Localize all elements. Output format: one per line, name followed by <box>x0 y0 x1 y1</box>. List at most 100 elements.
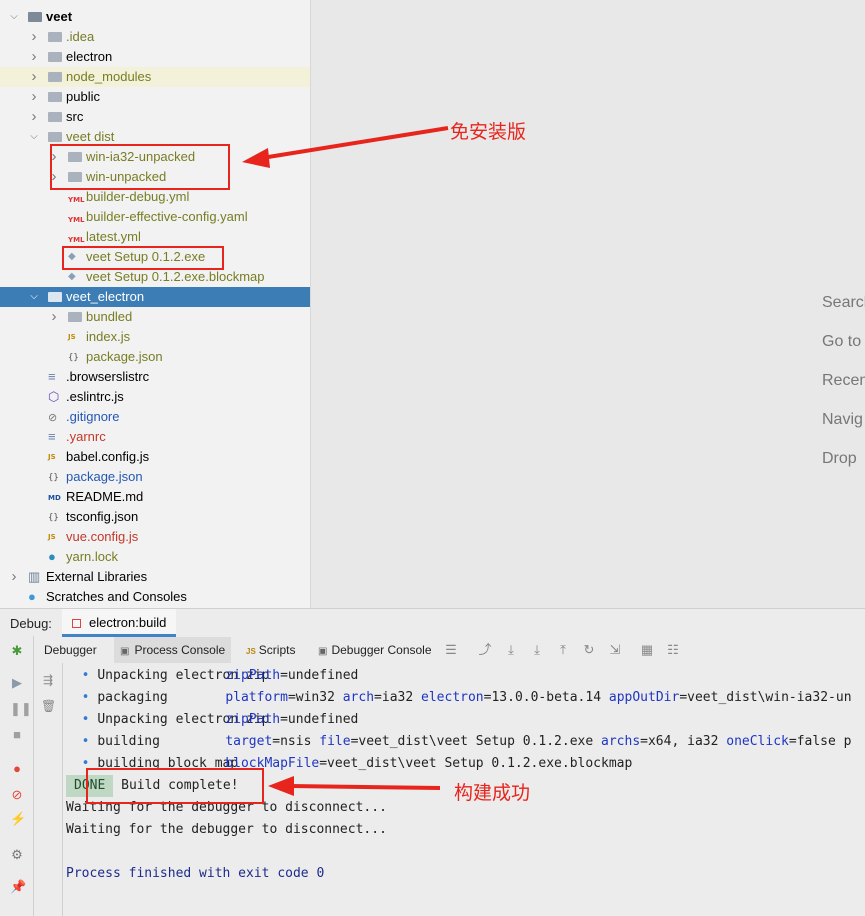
tree-item[interactable]: ⌵ veet dist <box>0 127 310 147</box>
tree-item[interactable]: ◆ veet Setup 0.1.2.exe <box>0 247 310 267</box>
project-folder-icon <box>28 12 42 22</box>
console-step: Unpacking electron zip <box>97 668 270 683</box>
console-key: archs <box>601 734 641 749</box>
trash-icon[interactable]: 🗑 <box>41 699 56 713</box>
tree-item[interactable]: JS babel.config.js <box>0 447 310 467</box>
chevron-right-icon[interactable]: › <box>48 167 60 187</box>
soft-wrap-icon[interactable]: ⇶ <box>41 673 55 687</box>
tree-item[interactable]: {} package.json <box>0 347 310 367</box>
folder-icon <box>48 112 62 122</box>
tree-item[interactable]: › electron <box>0 47 310 67</box>
step-out-icon[interactable]: ⤒ <box>556 642 570 658</box>
console-icon: ▣ <box>120 646 130 657</box>
tree-item[interactable]: {} package.json <box>0 467 310 487</box>
tree-item-label: package.json <box>86 349 163 364</box>
console-bullet: • <box>81 712 90 727</box>
tab-process-console[interactable]: ▣ Process Console <box>114 637 232 663</box>
tree-item[interactable]: › public <box>0 87 310 107</box>
tree-item[interactable]: ⬡ .eslintrc.js <box>0 387 310 407</box>
tree-item[interactable]: ⌵ veet <box>0 7 310 27</box>
tree-item-label: veet dist <box>66 129 115 144</box>
tree-item[interactable]: {} tsconfig.json <box>0 507 310 527</box>
tree-item[interactable]: JS vue.config.js <box>0 527 310 547</box>
chevron-down-icon[interactable]: ⌵ <box>28 127 40 147</box>
gear-icon[interactable]: ⚙ <box>10 848 24 862</box>
console-key: blockMapFile <box>225 756 320 771</box>
tree-item[interactable]: JS index.js <box>0 327 310 347</box>
tree-item-label: README.md <box>66 489 144 504</box>
pin-icon[interactable]: 📌 <box>10 880 26 894</box>
bug-icon[interactable]: ✱ <box>10 644 24 658</box>
debug-toolbar: Debug: electron:build <box>0 608 865 638</box>
view-breakpoints-icon[interactable]: ● <box>10 762 24 776</box>
js-file-icon: JS <box>68 333 76 341</box>
tree-item-label: veet <box>46 9 73 24</box>
file-icon: ◆ <box>68 271 76 282</box>
chevron-right-icon[interactable]: › <box>48 147 60 167</box>
chevron-right-icon[interactable]: › <box>48 307 60 327</box>
tree-item[interactable]: ● Scratches and Consoles <box>0 587 310 607</box>
console-step: building block map <box>97 756 239 771</box>
tree-item[interactable]: › win-unpacked <box>0 167 310 187</box>
run-to-cursor-icon[interactable]: ↻ <box>582 642 596 658</box>
stop-icon[interactable]: ■ <box>10 728 24 742</box>
tree-item[interactable]: YML builder-effective-config.yaml <box>0 207 310 227</box>
tree-item[interactable]: ◆ veet Setup 0.1.2.exe.blockmap <box>0 267 310 287</box>
tree-item[interactable]: › .idea <box>0 27 310 47</box>
tab-electron-build[interactable]: electron:build <box>62 609 177 637</box>
tree-item[interactable]: › node_modules <box>0 67 310 87</box>
chevron-down-icon[interactable]: ⌵ <box>8 7 20 27</box>
evaluate-icon[interactable]: ▦ <box>640 642 654 658</box>
tree-item-label: builder-debug.yml <box>86 189 190 204</box>
menu-icon[interactable]: ☰ <box>444 642 458 658</box>
tree-item[interactable]: ⊘ .gitignore <box>0 407 310 427</box>
chevron-right-icon[interactable]: › <box>28 47 40 67</box>
tree-item[interactable]: MD README.md <box>0 487 310 507</box>
yml-file-icon: YML <box>68 216 85 224</box>
chevron-right-icon[interactable]: › <box>28 107 40 127</box>
console-key: electron <box>421 690 484 705</box>
folder-icon <box>68 152 82 162</box>
show-execution-point-icon[interactable]: ⤴ <box>478 642 492 658</box>
tree-item[interactable]: › src <box>0 107 310 127</box>
tree-item[interactable]: ● yarn.lock <box>0 547 310 567</box>
folder-icon <box>48 52 62 62</box>
editor-hint: Drop <box>822 450 857 467</box>
console-line: • Unpacking electron zipzipPath=undefine… <box>66 665 359 687</box>
chevron-right-icon[interactable]: › <box>28 27 40 47</box>
tree-item[interactable]: YML builder-debug.yml <box>0 187 310 207</box>
folder-icon <box>48 92 62 102</box>
tree-item[interactable]: ≡ .browserslistrc <box>0 367 310 387</box>
tree-item[interactable]: › ▥ External Libraries <box>0 567 310 587</box>
lightning-icon[interactable]: ⚡ <box>10 812 26 826</box>
process-console-output: ⇶ 🗑 • Unpacking electron zipzipPath=unde… <box>34 663 865 916</box>
tab-scripts[interactable]: JS Scripts <box>240 637 301 663</box>
tree-item[interactable]: › win-ia32-unpacked <box>0 147 310 167</box>
debug-label: Debug: <box>10 616 52 631</box>
tree-item-label: win-unpacked <box>86 169 167 184</box>
chevron-right-icon[interactable]: › <box>8 567 20 587</box>
pause-icon[interactable]: ❚❚ <box>10 702 32 716</box>
tab-debugger-console[interactable]: ▣ Debugger Console <box>312 637 438 663</box>
settings-list-icon[interactable]: ☷ <box>666 642 680 658</box>
resume-icon[interactable]: ▶ <box>10 676 24 690</box>
mute-breakpoints-icon[interactable]: ⊘ <box>10 788 24 802</box>
tab-scripts-label: Scripts <box>258 643 296 657</box>
chevron-right-icon[interactable]: › <box>28 67 40 87</box>
debug-subtabs: Debugger ▣ Process Console JS Scripts ▣ Deb… <box>34 637 865 664</box>
step-into-icon[interactable]: ⤓ <box>530 642 544 658</box>
force-run-icon[interactable]: ⇲ <box>608 642 622 658</box>
chevron-down-icon[interactable]: ⌵ <box>28 287 40 307</box>
folder-icon <box>48 32 62 42</box>
tree-item[interactable]: ⌵ veet_electron <box>0 287 310 307</box>
json-file-icon: {} <box>48 473 59 483</box>
chevron-right-icon[interactable]: › <box>28 87 40 107</box>
tree-item[interactable]: YML latest.yml <box>0 227 310 247</box>
folder-icon <box>48 72 62 82</box>
step-over-icon[interactable]: ⤓ <box>504 642 518 658</box>
tree-item[interactable]: › bundled <box>0 307 310 327</box>
tree-item[interactable]: ≡ .yarnrc <box>0 427 310 447</box>
console-value: =x64, ia32 <box>640 734 727 749</box>
yml-file-icon: YML <box>68 196 85 204</box>
tab-debugger[interactable]: Debugger <box>38 637 103 663</box>
